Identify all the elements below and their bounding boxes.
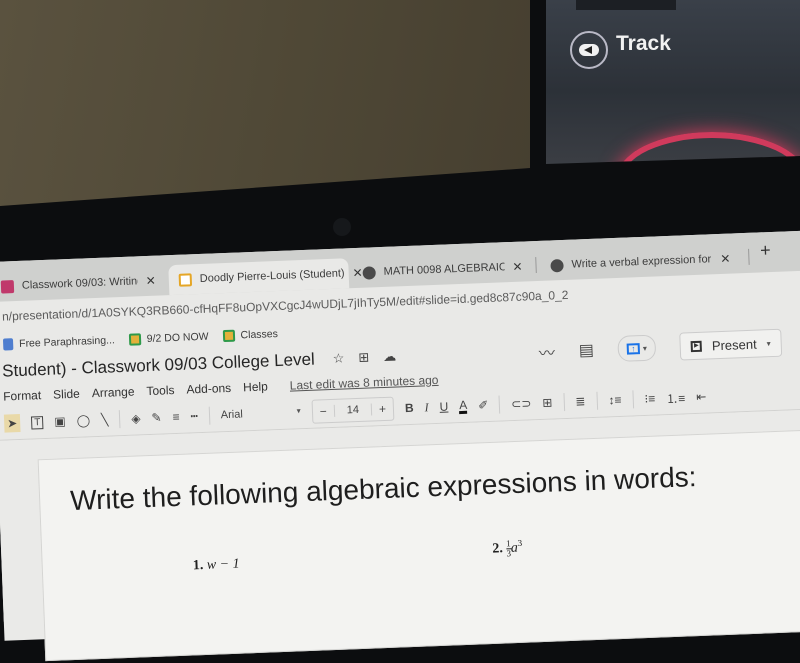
share-button[interactable]: ↑ ▾ bbox=[617, 334, 657, 362]
chevron-down-icon: ▾ bbox=[296, 406, 301, 416]
increase-font-size-button[interactable]: + bbox=[372, 402, 394, 417]
globe-icon bbox=[362, 265, 376, 280]
slide-heading[interactable]: Write the following algebraic expression… bbox=[70, 461, 697, 517]
toolbar-divider bbox=[563, 393, 565, 412]
present-label: Present bbox=[711, 336, 757, 353]
toolbar-divider bbox=[208, 406, 211, 425]
menu-help[interactable]: Help bbox=[243, 379, 268, 394]
text-box-icon[interactable]: T bbox=[31, 415, 44, 430]
upload-icon: ↑ bbox=[626, 342, 641, 355]
insert-link-icon[interactable]: ⊂⊃ bbox=[511, 396, 532, 411]
back-arrow-icon bbox=[570, 31, 608, 69]
google-classroom-icon bbox=[222, 329, 235, 343]
paraphrase-icon bbox=[2, 338, 14, 351]
tab-title: Write a verbal expression for e bbox=[571, 253, 713, 271]
numbered-list-icon[interactable]: ⒈≡ bbox=[666, 389, 686, 407]
fill-color-icon[interactable]: ◈ bbox=[131, 411, 141, 425]
comment-history-icon[interactable]: ▤ bbox=[578, 340, 595, 361]
text-color-button[interactable]: A bbox=[459, 397, 468, 414]
font-family-select[interactable]: Arial ▾ bbox=[221, 406, 301, 421]
bookmark-free-paraphrasing[interactable]: Free Paraphrasing... bbox=[2, 334, 116, 351]
globe-icon bbox=[550, 258, 564, 272]
new-tab-button[interactable]: + bbox=[760, 240, 771, 261]
shape-icon[interactable]: ◯ bbox=[76, 413, 90, 428]
tab-separator bbox=[748, 248, 750, 265]
line-icon[interactable]: ╲ bbox=[101, 413, 109, 427]
chevron-down-icon[interactable]: ▾ bbox=[766, 339, 770, 348]
secondary-monitor: Track bbox=[546, 0, 800, 164]
decrease-indent-icon[interactable]: ⇤ bbox=[696, 390, 707, 404]
border-dash-icon[interactable]: ┅ bbox=[190, 409, 198, 423]
decrease-font-size-button[interactable]: − bbox=[312, 404, 334, 419]
line-spacing-icon[interactable]: ↕≡ bbox=[608, 393, 622, 407]
close-icon[interactable]: ✕ bbox=[146, 274, 157, 288]
problem-exponent: 3 bbox=[517, 537, 523, 548]
menu-arrange[interactable]: Arrange bbox=[92, 385, 135, 401]
tab-title: MATH 0098 ALGEBRAIC EXPR bbox=[383, 261, 505, 278]
insert-image-icon[interactable]: ▣ bbox=[54, 414, 66, 428]
slide-canvas: Write the following algebraic expression… bbox=[0, 409, 800, 662]
italic-button[interactable]: I bbox=[424, 400, 429, 415]
bold-button[interactable]: B bbox=[405, 401, 414, 415]
font-size-input[interactable]: 14 bbox=[333, 403, 373, 417]
bookmark-9-2-do-now[interactable]: 9/2 DO NOW bbox=[128, 330, 209, 346]
menu-slide[interactable]: Slide bbox=[53, 387, 80, 402]
tab-separator bbox=[535, 257, 537, 274]
google-slides-icon bbox=[178, 272, 193, 287]
font-name: Arial bbox=[220, 408, 244, 422]
border-weight-icon[interactable]: ≡ bbox=[172, 410, 180, 424]
problem-expression: w − 1 bbox=[206, 556, 240, 573]
background-wall bbox=[0, 0, 530, 206]
google-classroom-icon bbox=[0, 279, 15, 294]
chevron-down-icon: ▾ bbox=[642, 343, 648, 353]
font-size-stepper: − 14 + bbox=[311, 396, 395, 424]
bulleted-list-icon[interactable]: ⁝≡ bbox=[644, 392, 655, 406]
menu-tools[interactable]: Tools bbox=[146, 383, 175, 398]
close-icon[interactable]: ✕ bbox=[512, 260, 523, 274]
toolbar-divider bbox=[498, 395, 501, 414]
last-edit-link[interactable]: Last edit was 8 minutes ago bbox=[290, 373, 439, 393]
webcam bbox=[333, 218, 351, 236]
problem-1: 1. w − 1 bbox=[193, 557, 240, 575]
underline-button[interactable]: U bbox=[439, 400, 448, 414]
menu-format[interactable]: Format bbox=[3, 388, 42, 403]
problem-number: 2. bbox=[492, 541, 504, 557]
menu-add-ons[interactable]: Add-ons bbox=[186, 381, 231, 397]
bookmark-label: Classes bbox=[240, 328, 279, 342]
close-icon[interactable]: ✕ bbox=[720, 252, 731, 266]
toolbar-divider bbox=[118, 410, 121, 429]
activity-dashboard-icon[interactable]: 〰 bbox=[538, 339, 556, 364]
problem-number: 1. bbox=[192, 558, 204, 574]
border-color-icon[interactable]: ✎ bbox=[151, 411, 162, 425]
star-icon[interactable]: ☆ bbox=[332, 350, 344, 366]
present-button[interactable]: ▶ Present ▾ bbox=[679, 328, 783, 361]
select-tool-icon[interactable]: ➤ bbox=[3, 413, 21, 433]
add-comment-icon[interactable]: ⊞ bbox=[542, 396, 553, 410]
present-icon: ▶ bbox=[690, 340, 703, 352]
move-to-folder-icon[interactable]: ⊞ bbox=[358, 350, 370, 366]
bookmark-label: Free Paraphrasing... bbox=[18, 334, 116, 350]
track-label: Track bbox=[616, 32, 671, 55]
slide[interactable]: Write the following algebraic expression… bbox=[37, 428, 800, 662]
align-icon[interactable]: ≣ bbox=[575, 394, 586, 408]
pink-gauge-arc bbox=[616, 132, 800, 164]
monitor-top-strip bbox=[576, 0, 676, 10]
tab-title: Classwork 09/03: Writing Exp bbox=[21, 275, 139, 292]
toolbar-divider bbox=[596, 391, 598, 410]
google-classroom-icon bbox=[128, 333, 142, 346]
browser-window: Classwork 09/03: Writing Exp ✕ Doodly Pi… bbox=[0, 230, 800, 662]
highlight-color-icon[interactable]: ✐ bbox=[478, 398, 489, 412]
tab-title: Doodly Pierre-Louis (Student) bbox=[199, 267, 345, 285]
cloud-saved-icon[interactable]: ☁ bbox=[383, 348, 397, 364]
bookmark-classes[interactable]: Classes bbox=[222, 328, 279, 343]
problem-2: 2. 1 3 a3 bbox=[492, 538, 523, 559]
toolbar-divider bbox=[632, 390, 634, 409]
bookmark-label: 9/2 DO NOW bbox=[146, 330, 209, 346]
